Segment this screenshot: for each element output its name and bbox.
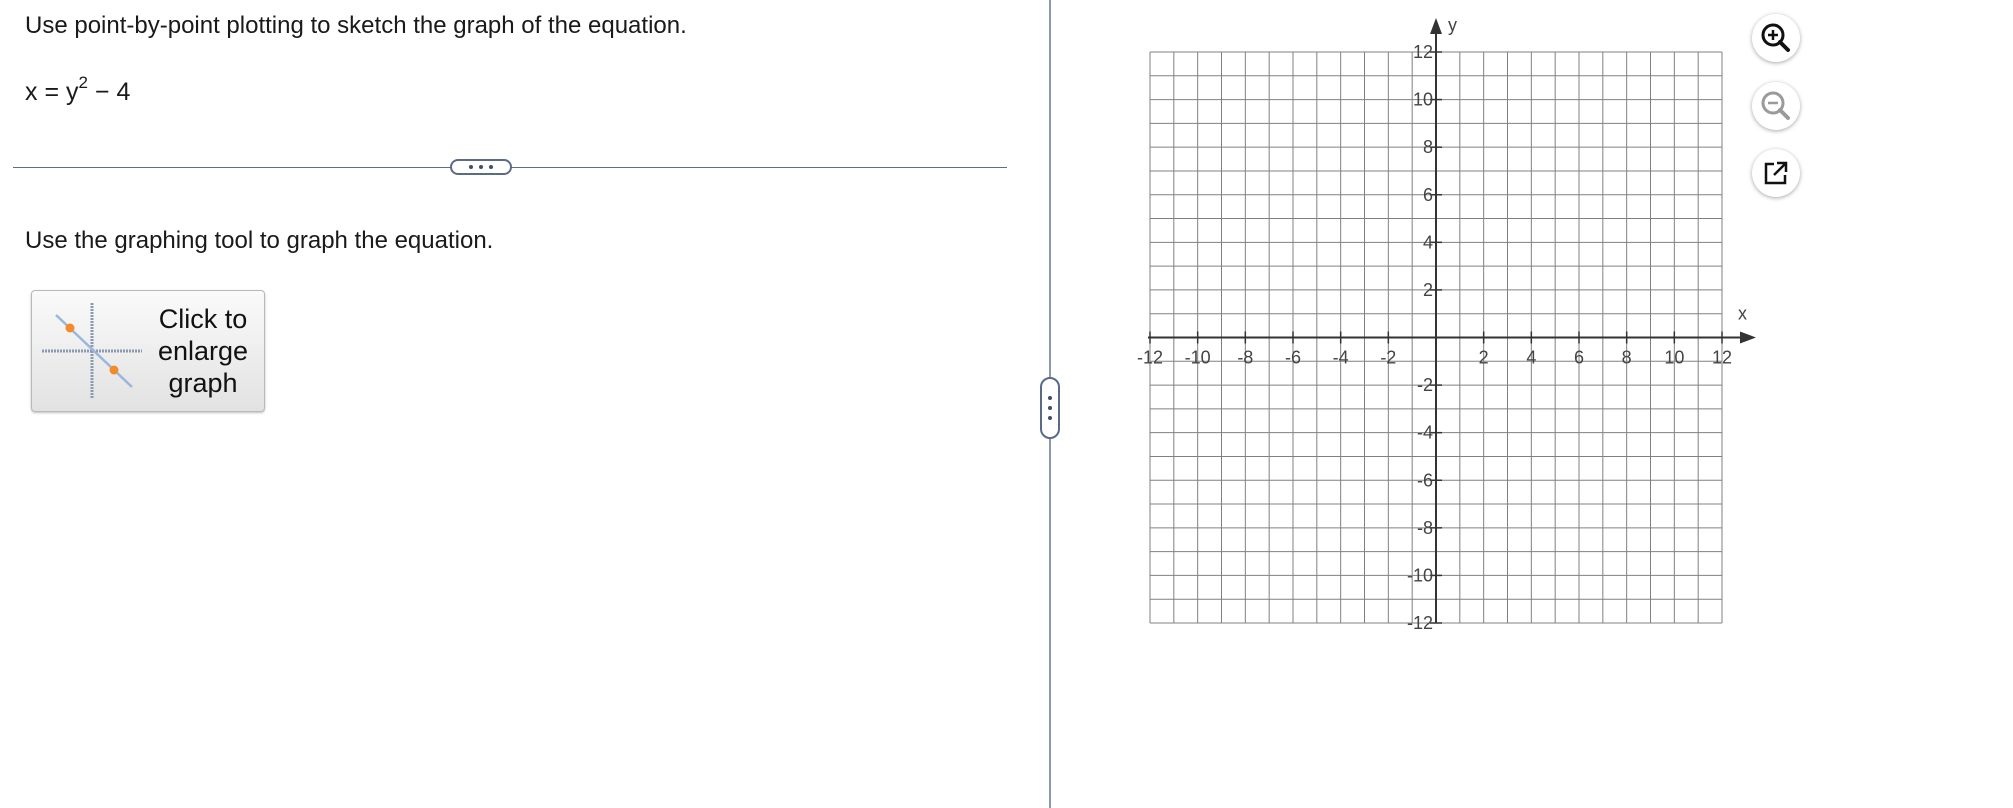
x-axis-arrow-icon (1740, 331, 1756, 344)
question-prompt: Use point-by-point plotting to sketch th… (25, 12, 687, 39)
enlarge-graph-label: Click to enlarge graph (157, 304, 249, 398)
expand-divider-button[interactable] (450, 159, 512, 175)
x-tick-label: 4 (1526, 348, 1536, 368)
equation: x = y2 − 4 (25, 74, 131, 107)
axes (1148, 18, 1756, 624)
y-axis-arrow-icon (1430, 18, 1442, 34)
graph-thumbnail-icon (42, 303, 142, 399)
x-tick-label: 2 (1479, 348, 1489, 368)
zoom-out-icon (1761, 91, 1790, 120)
dot (479, 165, 483, 169)
y-tick-label: -4 (1417, 423, 1433, 443)
popout-button[interactable] (1752, 149, 1800, 197)
x-axis-label: x (1738, 304, 1747, 324)
popout-icon (1764, 161, 1788, 185)
y-tick-label: 4 (1423, 232, 1433, 252)
x-tick-label: -8 (1237, 348, 1253, 368)
y-tick-label: 6 (1423, 185, 1433, 205)
instruction-text: Use the graphing tool to graph the equat… (25, 227, 494, 254)
equation-rhs: − 4 (87, 78, 131, 106)
zoom-out-button[interactable] (1752, 82, 1800, 130)
pane-splitter-handle[interactable] (1040, 377, 1060, 439)
tick-labels: x y -12 -10 -8 -6 -4 -2 2 4 6 8 10 12 12 10 8 6 4 2 -2 -4 -6 -8… (1137, 15, 1747, 633)
zoom-in-button[interactable] (1752, 14, 1800, 62)
x-tick-label: -4 (1333, 348, 1349, 368)
dot (469, 165, 473, 169)
dot (489, 165, 493, 169)
x-tick-label: 12 (1712, 348, 1732, 368)
x-tick-label: 10 (1664, 348, 1684, 368)
x-tick-label: -12 (1137, 348, 1163, 368)
y-axis-label: y (1448, 15, 1457, 35)
graphing-area[interactable]: x y -12 -10 -8 -6 -4 -2 2 4 6 8 10 12 12 10 8 6 4 2 -2 -4 -6 -8… (1120, 8, 1760, 640)
dot (1048, 406, 1052, 410)
y-tick-label: 12 (1413, 42, 1433, 62)
y-tick-label: -2 (1417, 375, 1433, 395)
x-tick-label: -6 (1285, 348, 1301, 368)
dot (1048, 416, 1052, 420)
y-tick-label: -12 (1407, 613, 1433, 633)
x-tick-label: -2 (1380, 348, 1396, 368)
y-tick-label: -6 (1417, 470, 1433, 490)
x-tick-label: 8 (1622, 348, 1632, 368)
y-tick-label: -10 (1407, 565, 1433, 585)
x-tick-label: -10 (1185, 348, 1211, 368)
dot (1048, 396, 1052, 400)
y-tick-label: 8 (1423, 137, 1433, 157)
equation-lhs: x = y (25, 78, 79, 106)
x-tick-label: 6 (1574, 348, 1584, 368)
y-tick-label: 10 (1413, 90, 1433, 110)
y-tick-label: -8 (1417, 518, 1433, 538)
y-tick-label: 2 (1423, 280, 1433, 300)
zoom-in-icon (1761, 23, 1790, 52)
equation-exponent: 2 (78, 73, 88, 92)
enlarge-graph-button[interactable]: Click to enlarge graph (31, 290, 265, 412)
